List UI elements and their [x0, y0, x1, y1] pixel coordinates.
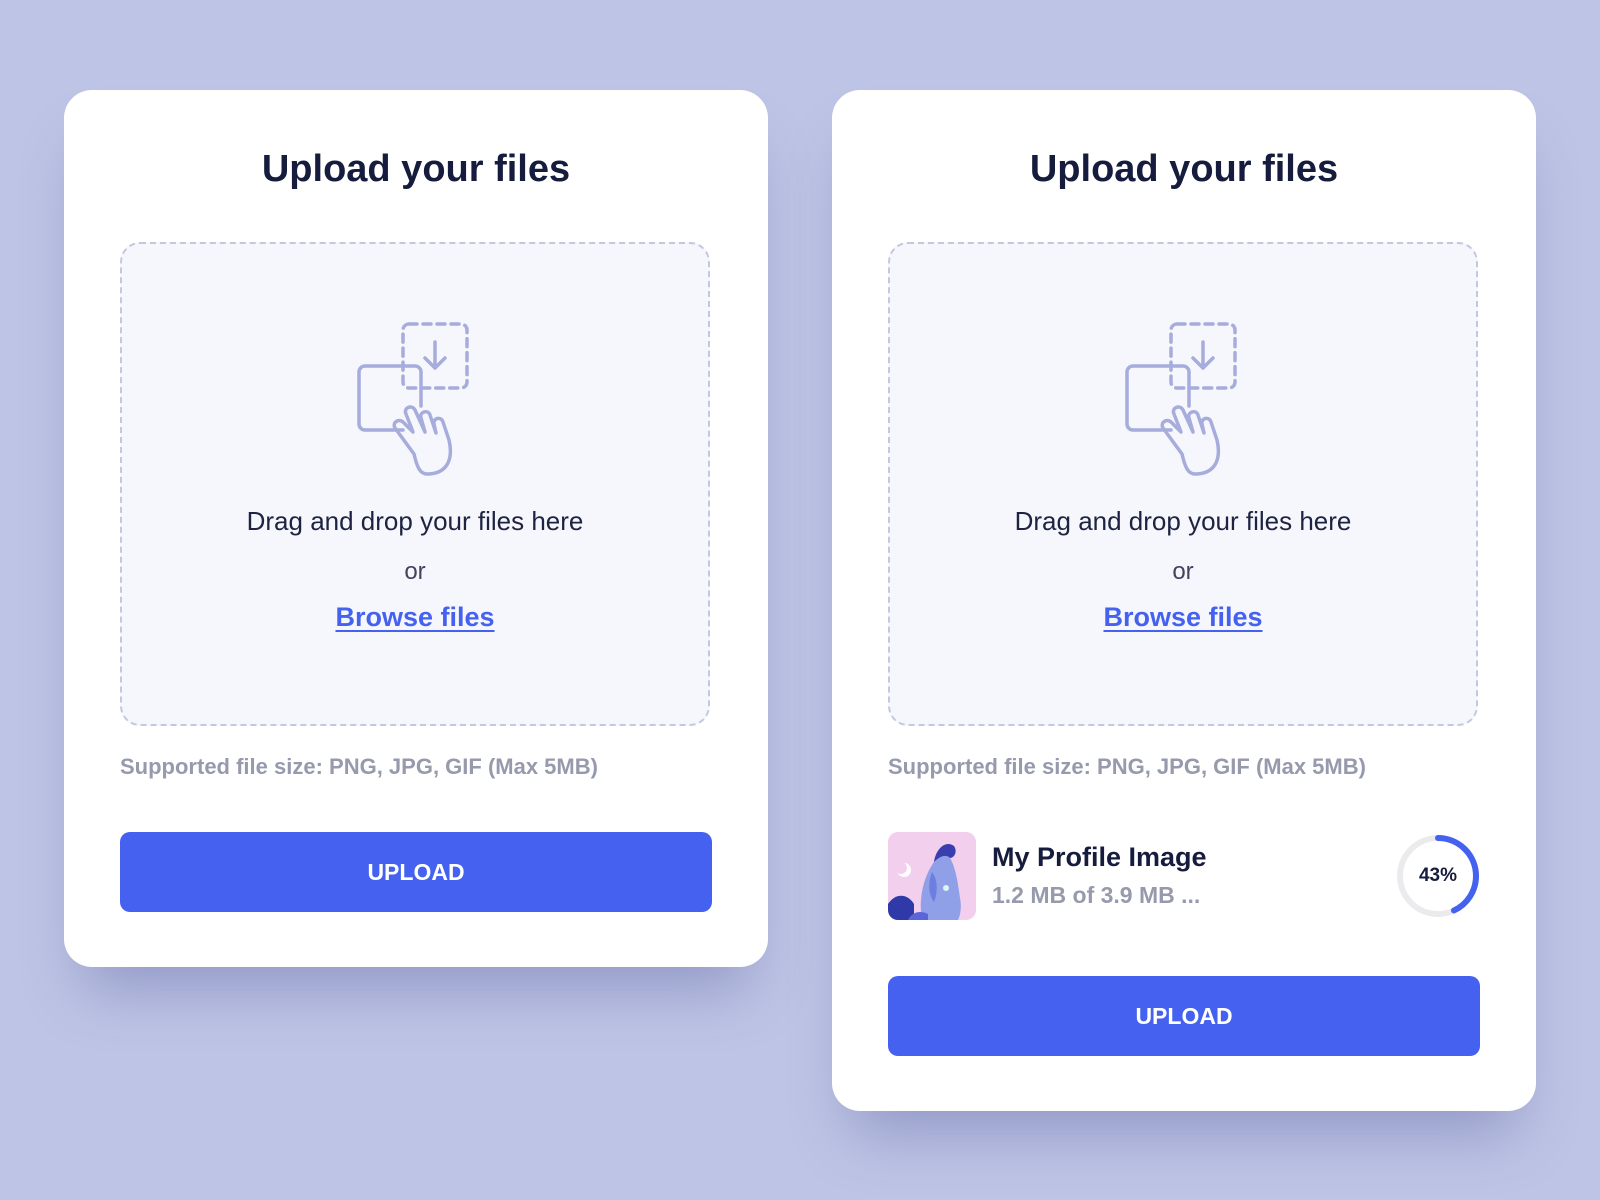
- file-name: My Profile Image: [992, 842, 1207, 872]
- upload-button[interactable]: UPLOAD: [888, 976, 1480, 1056]
- browse-files-link[interactable]: Browse files: [122, 602, 708, 633]
- drop-instructions: Drag and drop your files here: [1014, 506, 1352, 536]
- supported-formats-text: Supported file size: PNG, JPG, GIF (Max …: [888, 754, 1366, 779]
- upload-card-empty: Upload your files Drag and drop your fil…: [64, 90, 768, 967]
- supported-formats-text: Supported file size: PNG, JPG, GIF (Max …: [120, 754, 598, 779]
- drop-instructions: Drag and drop your files here: [246, 506, 584, 536]
- uploading-file-item: My Profile Image 1.2 MB of 3.9 MB ... 43…: [888, 832, 1480, 920]
- card-title: Upload your files: [261, 148, 571, 190]
- upload-card-in-progress: Upload your files Drag and drop your fil…: [832, 90, 1536, 1111]
- file-size-progress: 1.2 MB of 3.9 MB ...: [992, 882, 1201, 908]
- dropzone[interactable]: Drag and drop your files here or Browse …: [120, 242, 710, 726]
- drag-drop-hand-icon: [1125, 322, 1237, 476]
- card-title: Upload your files: [1029, 148, 1339, 190]
- drag-drop-hand-icon: [357, 322, 469, 476]
- upload-button[interactable]: UPLOAD: [120, 832, 712, 912]
- or-separator: or: [1172, 558, 1194, 585]
- profile-image-thumbnail: [888, 832, 976, 920]
- progress-percent: 43%: [1418, 865, 1458, 886]
- or-separator: or: [404, 558, 426, 585]
- browse-files-link[interactable]: Browse files: [890, 602, 1476, 633]
- dropzone[interactable]: Drag and drop your files here or Browse …: [888, 242, 1478, 726]
